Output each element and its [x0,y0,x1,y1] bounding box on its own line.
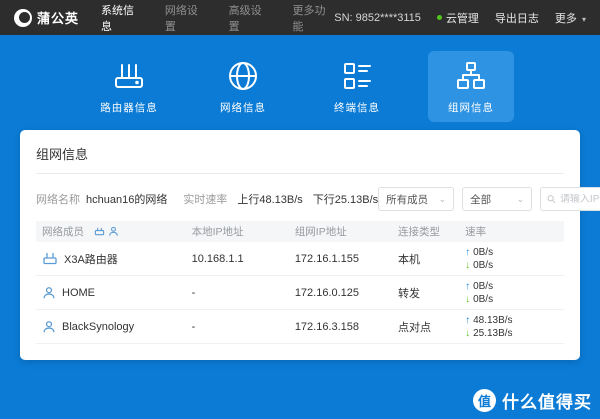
serial-number: SN: 9852****3115 [334,12,421,24]
col-header-member: 网络成员 [42,224,84,239]
tab-label: 终端信息 [334,100,380,115]
smzdm-text: 什么值得买 [502,388,592,413]
up-speed: 0B/s [473,247,493,258]
tab-networking-info[interactable]: 组网信息 [428,51,514,122]
search-box [540,187,600,211]
conn-type: 转发 [398,285,465,301]
networking-info-card: 组网信息 网络名称 hchuan16的网络 实时速率 上行48.13B/s 下行… [20,130,580,360]
router-icon [112,59,146,93]
smzdm-watermark: 值 什么值得买 [473,388,592,413]
network-name-label: 网络名称 [36,191,80,207]
upload-arrow-icon: ↑ [465,315,470,326]
top-bar: 蒲公英 系统信息 网络设置 高级设置 更多功能 SN: 9852****3115… [0,0,600,35]
network-ip: 172.16.3.158 [295,321,398,333]
upload-arrow-icon: ↑ [465,281,470,292]
online-status-dot-icon [437,15,442,20]
brand-logo: 蒲公英 [14,8,79,27]
member-filter-select[interactable]: 所有成员 ⌄ [378,187,454,211]
filter-bar: 所有成员 ⌄ 全部 ⌄ [378,187,600,211]
brand-name: 蒲公英 [37,8,79,27]
network-ip: 172.16.1.155 [295,253,398,265]
tab-terminal-info[interactable]: 终端信息 [314,51,400,122]
network-summary: 网络名称 hchuan16的网络 实时速率 上行48.13B/s 下行25.13… [36,191,378,207]
download-arrow-icon: ↓ [465,328,470,339]
up-speed: 0B/s [473,281,493,292]
chevron-down-icon: ▾ [582,15,586,24]
router-filter-icon[interactable] [94,226,105,237]
smzdm-logo-icon: 值 [473,389,496,412]
card-title: 组网信息 [36,130,564,174]
menu-item-more-features[interactable]: 更多功能 [292,2,334,34]
tab-network-info[interactable]: 网络信息 [200,51,286,122]
conn-type: 本机 [398,251,465,267]
dandelion-logo-icon [14,9,32,27]
col-header-conn-type: 连接类型 [398,224,465,239]
search-input[interactable] [560,194,600,205]
col-header-speed: 速率 [465,224,558,239]
download-rate: 下行25.13B/s [313,191,378,207]
download-arrow-icon: ↓ [465,260,470,271]
table-row[interactable]: X3A路由器 10.168.1.1 172.16.1.155 本机 ↑0B/s … [36,242,564,276]
menu-item-network-settings[interactable]: 网络设置 [165,2,207,34]
conn-type: 点对点 [398,319,465,335]
network-ip: 172.16.0.125 [295,287,398,299]
more-dropdown[interactable]: 更多 ▾ [555,10,586,26]
network-summary-row: 网络名称 hchuan16的网络 实时速率 上行48.13B/s 下行25.13… [36,187,564,211]
col-header-network-ip: 组网IP地址 [295,224,398,239]
network-name-value: hchuan16的网络 [86,191,167,207]
local-ip: 10.168.1.1 [192,253,295,265]
local-ip: - [192,321,295,333]
local-ip: - [192,287,295,299]
router-icon [42,251,58,267]
tab-label: 组网信息 [448,100,494,115]
top-menu: 系统信息 网络设置 高级设置 更多功能 [101,2,334,34]
member-name: BlackSynology [62,321,134,333]
person-icon [42,286,56,300]
down-speed: 0B/s [473,260,493,271]
tab-label: 网络信息 [220,100,266,115]
menu-item-advanced-settings[interactable]: 高级设置 [229,2,271,34]
member-name: X3A路由器 [64,251,118,267]
topbar-right: SN: 9852****3115 云管理 导出日志 更多 ▾ [334,10,586,26]
cloud-manage-link[interactable]: 云管理 [437,10,479,26]
cloud-manage-label: 云管理 [446,10,479,26]
col-header-local-ip: 本地IP地址 [192,224,295,239]
person-icon [42,320,56,334]
tab-label: 路由器信息 [100,100,158,115]
table-row[interactable]: BlackSynology - 172.16.3.158 点对点 ↑48.13B… [36,310,564,344]
realtime-rate-label: 实时速率 [183,191,227,207]
tab-router-info[interactable]: 路由器信息 [86,51,172,122]
export-log-link[interactable]: 导出日志 [495,10,539,26]
upload-rate: 上行48.13B/s [237,191,302,207]
table-header-row: 网络成员 本地IP地址 组网IP地址 连接类型 速率 [36,221,564,242]
search-icon [547,194,556,204]
more-label: 更多 [555,13,577,25]
type-filter-select[interactable]: 全部 ⌄ [462,187,532,211]
member-name: HOME [62,287,95,299]
terminal-list-icon [340,59,374,93]
topology-icon [454,59,488,93]
down-speed: 25.13B/s [473,328,512,339]
up-speed: 48.13B/s [473,315,512,326]
table-row[interactable]: HOME - 172.16.0.125 转发 ↑0B/s ↓0B/s [36,276,564,310]
upload-arrow-icon: ↑ [465,247,470,258]
chevron-down-icon: ⌄ [439,194,447,205]
down-speed: 0B/s [473,294,493,305]
download-arrow-icon: ↓ [465,294,470,305]
members-table: 网络成员 本地IP地址 组网IP地址 连接类型 速率 [36,221,564,344]
type-filter-value: 全部 [470,192,491,207]
menu-item-system-info[interactable]: 系统信息 [101,2,143,34]
chevron-down-icon: ⌄ [517,194,525,205]
globe-icon [226,59,260,93]
member-filter-value: 所有成员 [386,192,428,207]
info-tabs: 路由器信息 网络信息 终端信息 [0,35,600,122]
person-filter-icon[interactable] [108,226,119,237]
